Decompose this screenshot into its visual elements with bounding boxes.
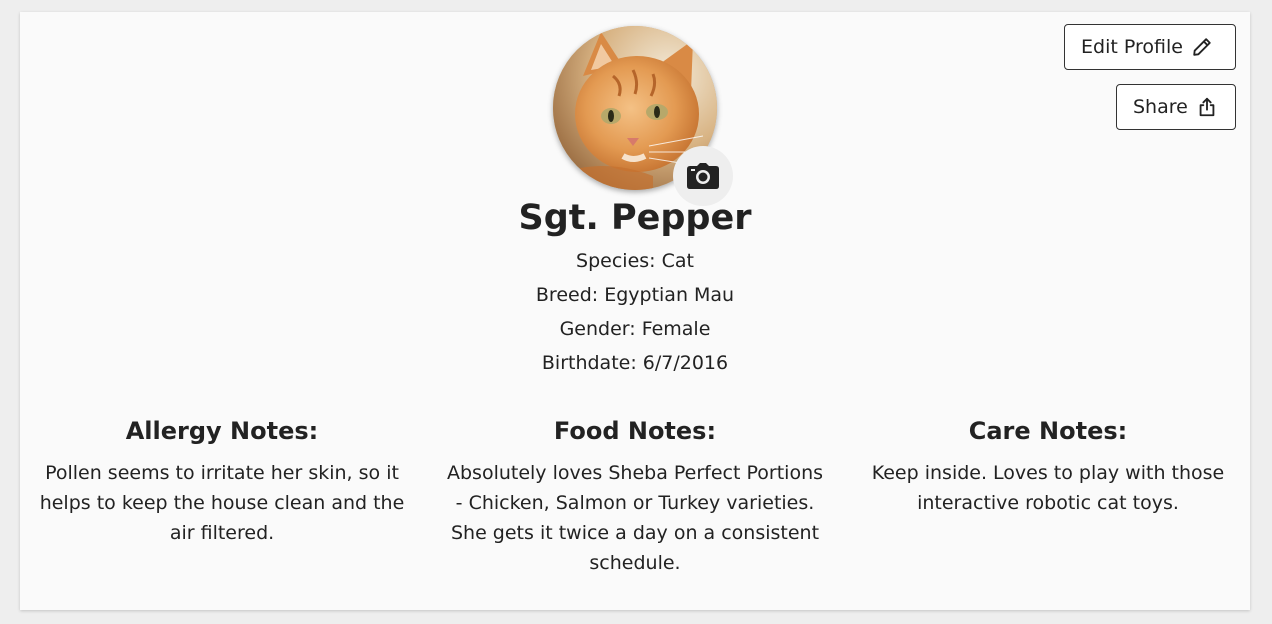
food-notes-body: Absolutely loves Sheba Perfect Portions … xyxy=(446,462,824,574)
edit-profile-label: Edit Profile xyxy=(1081,36,1183,58)
care-notes-body: Keep inside. Loves to play with those in… xyxy=(871,462,1225,514)
share-label: Share xyxy=(1133,96,1188,118)
share-icon xyxy=(1199,97,1215,117)
gender-text: Gender: Female xyxy=(559,318,711,340)
allergy-notes-section: Allergy Notes: Pollen seems to irritate … xyxy=(32,416,412,548)
allergy-notes-title: Allergy Notes: xyxy=(125,417,319,445)
change-photo-button[interactable] xyxy=(673,146,733,206)
pet-name: Sgt. Pepper xyxy=(518,198,752,238)
food-notes-section: Food Notes: Absolutely loves Sheba Perfe… xyxy=(445,416,825,578)
edit-profile-button[interactable]: Edit Profile xyxy=(1064,24,1236,70)
allergy-notes-body: Pollen seems to irritate her skin, so it… xyxy=(39,462,405,544)
camera-icon xyxy=(687,163,719,189)
pet-photo-container xyxy=(553,26,733,206)
care-notes-title: Care Notes: xyxy=(968,417,1128,445)
care-notes-section: Care Notes: Keep inside. Loves to play w… xyxy=(858,416,1238,518)
food-notes-title: Food Notes: xyxy=(553,417,717,445)
share-button[interactable]: Share xyxy=(1116,84,1236,130)
pet-profile-card: Edit Profile Share Sgt. Pepper Species: … xyxy=(20,12,1250,610)
birthdate-text: Birthdate: 6/7/2016 xyxy=(541,352,729,374)
pencil-icon xyxy=(1193,38,1211,56)
breed-text: Breed: Egyptian Mau xyxy=(535,284,735,306)
species-text: Species: Cat xyxy=(576,250,694,272)
